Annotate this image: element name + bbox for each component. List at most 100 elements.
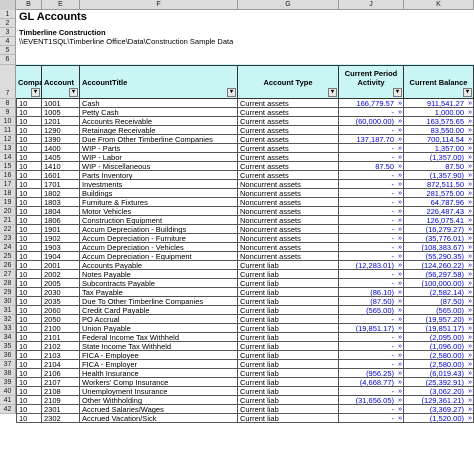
row-header[interactable]: 20 [0,207,16,216]
row-header[interactable]: 38 [0,369,16,378]
cell-company[interactable]: 10 [16,225,42,234]
cell-company[interactable]: 10 [16,108,42,117]
cell-type[interactable]: Current liab [238,351,339,360]
cell-account[interactable]: 2100 [42,324,80,333]
cell-title[interactable]: Credit Card Payable [80,306,238,315]
cell-activity[interactable]: -» [339,216,404,225]
drilldown-arrow-icon[interactable]: » [468,270,472,278]
drilldown-arrow-icon[interactable]: » [468,99,472,107]
cell-company[interactable]: 10 [16,234,42,243]
drilldown-arrow-icon[interactable]: » [468,279,472,287]
cell-company[interactable]: 10 [16,351,42,360]
cell-balance[interactable]: (25,392.91) » [404,378,474,387]
drilldown-arrow-icon[interactable]: » [468,225,472,233]
cell-account[interactable]: 1903 [42,243,80,252]
cell-balance[interactable]: (129,361.21) » [404,396,474,405]
cell-title[interactable]: PO Accrual [80,315,238,324]
drilldown-arrow-icon[interactable]: » [398,117,402,125]
cell-company[interactable]: 10 [16,369,42,378]
row-header[interactable]: 16 [0,171,16,180]
cell-account[interactable]: 2302 [42,414,80,423]
drilldown-arrow-icon[interactable]: » [468,207,472,215]
cell-company[interactable]: 10 [16,315,42,324]
cell-activity[interactable]: -» [339,342,404,351]
cell-account[interactable]: 1802 [42,189,80,198]
cell-activity[interactable]: -» [339,144,404,153]
cell-balance[interactable]: 226,487.43 » [404,207,474,216]
cell-account[interactable]: 2102 [42,342,80,351]
drilldown-arrow-icon[interactable]: » [398,243,402,251]
cell-type[interactable]: Current assets [238,162,339,171]
cell-account[interactable]: 2002 [42,270,80,279]
cell-account[interactable]: 1405 [42,153,80,162]
column-header-e[interactable]: E [42,0,80,10]
drilldown-arrow-icon[interactable]: » [468,378,472,386]
cell-company[interactable]: 10 [16,405,42,414]
cell-balance[interactable]: (565.00) » [404,306,474,315]
cell-balance[interactable]: 83,550.00 » [404,126,474,135]
cell-account[interactable]: 2107 [42,378,80,387]
cell-balance[interactable]: (19,851.17) » [404,324,474,333]
cell-activity[interactable]: 87.50 » [339,162,404,171]
cell-type[interactable]: Current assets [238,171,339,180]
filter-dropdown-balance[interactable]: ▾ [463,88,472,97]
row-header[interactable]: 4 [0,37,16,46]
drilldown-arrow-icon[interactable]: » [468,360,472,368]
drilldown-arrow-icon[interactable]: » [468,297,472,305]
row-header[interactable]: 23 [0,234,16,243]
drilldown-arrow-icon[interactable]: » [398,171,402,179]
drilldown-arrow-icon[interactable]: » [468,126,472,134]
cell-account[interactable]: 2005 [42,279,80,288]
cell-company[interactable]: 10 [16,414,42,423]
drilldown-arrow-icon[interactable]: » [398,153,402,161]
column-header-g[interactable]: G [238,0,339,10]
row-header[interactable]: 2 [0,19,16,28]
cell-activity[interactable]: (565.00) » [339,306,404,315]
select-all-corner[interactable] [0,0,16,10]
cell-company[interactable]: 10 [16,135,42,144]
row-header[interactable]: 32 [0,315,16,324]
cell-balance[interactable]: (19,957.20) » [404,315,474,324]
cell-account[interactable]: 2050 [42,315,80,324]
cell-account[interactable]: 1400 [42,144,80,153]
cell-type[interactable]: Current liab [238,297,339,306]
drilldown-arrow-icon[interactable]: » [398,126,402,134]
row-header[interactable]: 31 [0,306,16,315]
cell-balance[interactable]: (2,582.14) » [404,288,474,297]
drilldown-arrow-icon[interactable]: » [468,324,472,332]
cell-type[interactable]: Current assets [238,117,339,126]
cell-type[interactable]: Current liab [238,342,339,351]
drilldown-arrow-icon[interactable]: » [468,369,472,377]
cell-account[interactable]: 1001 [42,99,80,108]
drilldown-arrow-icon[interactable]: » [398,342,402,350]
column-header-f[interactable]: F [80,0,238,10]
cell-company[interactable]: 10 [16,288,42,297]
cell-company[interactable]: 10 [16,171,42,180]
cell-type[interactable]: Current liab [238,270,339,279]
cell-title[interactable]: Due To Other Timberline Companies [80,297,238,306]
cell-title[interactable]: Accum Depreciation - Furniture [80,234,238,243]
column-header-k[interactable]: K [404,0,474,10]
cell-company[interactable]: 10 [16,216,42,225]
drilldown-arrow-icon[interactable]: » [398,99,402,107]
row-header[interactable]: 42 [0,405,16,414]
cell-type[interactable]: Current liab [238,387,339,396]
cell-balance[interactable]: (124,260.22) » [404,261,474,270]
row-header[interactable]: 24 [0,243,16,252]
cell-activity[interactable]: (19,851.17) » [339,324,404,333]
drilldown-arrow-icon[interactable]: » [468,198,472,206]
cell-activity[interactable]: (4,668.77) » [339,378,404,387]
cell-type[interactable]: Noncurrent assets [238,207,339,216]
cell-activity[interactable]: -» [339,360,404,369]
cell-activity[interactable]: -» [339,171,404,180]
row-header[interactable]: 37 [0,360,16,369]
row-header[interactable]: 18 [0,189,16,198]
cell-account[interactable]: 1005 [42,108,80,117]
drilldown-arrow-icon[interactable]: » [468,135,472,143]
drilldown-arrow-icon[interactable]: » [398,405,402,413]
cell-balance[interactable]: (35,776.01) » [404,234,474,243]
cell-balance[interactable]: (1,357.90) » [404,171,474,180]
cell-title[interactable]: FICA - Employer [80,360,238,369]
row-header[interactable]: 6 [0,55,16,65]
cell-title[interactable]: Furniture & Fixtures [80,198,238,207]
